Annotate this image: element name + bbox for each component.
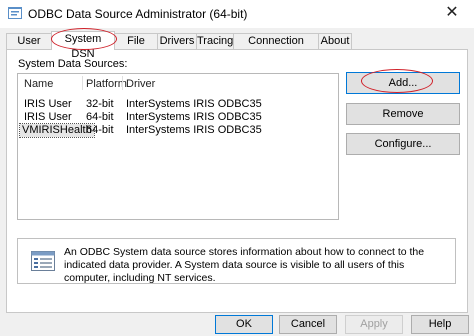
configure-button[interactable]: Configure... [346,133,460,155]
info-text: An ODBC System data source stores inform… [64,246,425,284]
column-header-driver[interactable]: Driver [126,78,155,90]
odbc-admin-window: ODBC Data Source Administrator (64-bit) … [0,0,474,336]
title-bar: ODBC Data Source Administrator (64-bit) … [0,0,474,28]
row-name: IRIS User [24,98,72,110]
tab-highlight-annotation [51,28,117,50]
tab-drivers[interactable]: Drivers [157,33,197,49]
tab-user-dsn[interactable]: User DSN [6,33,52,62]
cancel-button[interactable]: Cancel [279,315,337,334]
row-platform: 64-bit [86,111,114,123]
window-title: ODBC Data Source Administrator (64-bit) [28,7,248,21]
table-row-selected[interactable]: VMIRISHealth 64-bit InterSystems IRIS OD… [18,123,336,138]
data-sources-list[interactable]: Name Platform Driver IRIS User 32-bit In… [17,73,339,220]
ok-button[interactable]: OK [215,315,273,334]
row-name: IRIS User [24,111,72,123]
tab-about[interactable]: About [318,33,352,49]
tab-connection-pooling[interactable]: Connection Pooling [233,33,319,62]
table-row[interactable]: IRIS User 32-bit InterSystems IRIS ODBC3… [18,98,336,111]
add-highlight-annotation [361,69,433,93]
row-platform: 32-bit [86,98,114,110]
tab-tracing[interactable]: Tracing [196,33,234,49]
column-header-name[interactable]: Name [24,78,53,90]
help-button[interactable]: Help [411,315,469,334]
row-platform: 64-bit [86,124,114,136]
data-source-icon [31,251,55,271]
odbc-app-icon [8,7,22,19]
apply-button[interactable]: Apply [345,315,403,334]
column-header-platform[interactable]: Platform [86,78,127,90]
row-driver: InterSystems IRIS ODBC35 [126,124,262,136]
row-driver: InterSystems IRIS ODBC35 [126,98,262,110]
info-box: An ODBC System data source stores inform… [17,238,456,284]
close-icon[interactable]: ✕ [430,0,474,28]
row-driver: InterSystems IRIS ODBC35 [126,111,262,123]
row-name: VMIRISHealth [19,123,95,138]
column-divider[interactable] [122,76,123,90]
tab-file-dsn[interactable]: File DSN [114,33,158,62]
column-divider[interactable] [82,76,83,90]
table-row[interactable]: IRIS User 64-bit InterSystems IRIS ODBC3… [18,111,336,124]
remove-button[interactable]: Remove [346,103,460,125]
